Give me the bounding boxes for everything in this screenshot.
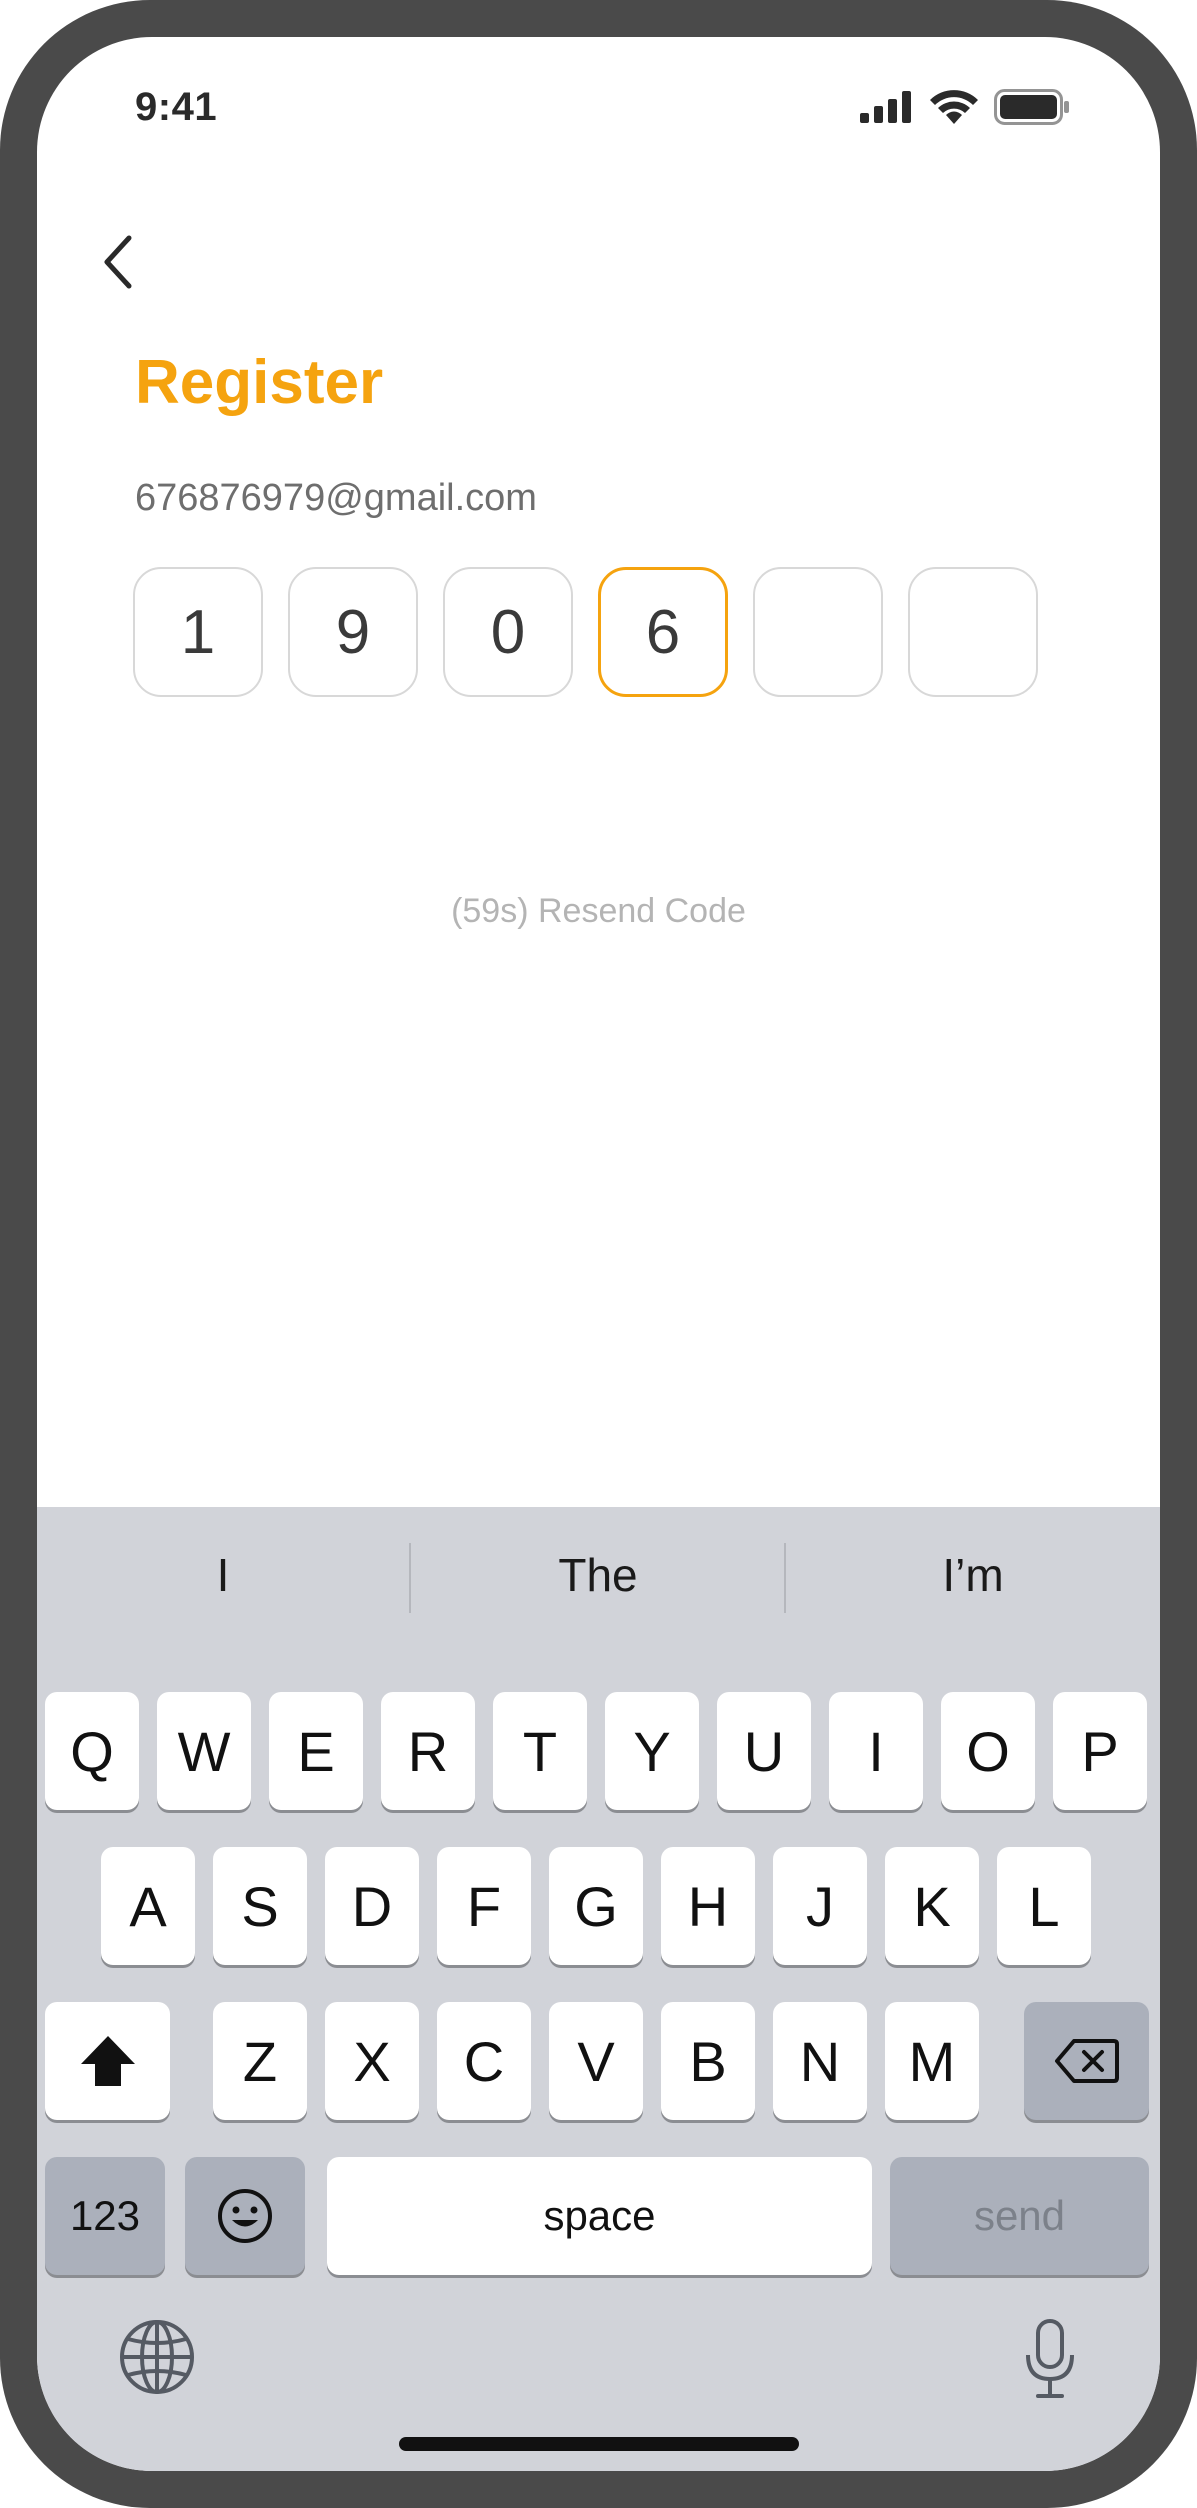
code-digit-5[interactable]	[753, 567, 883, 697]
shift-key[interactable]	[45, 2002, 170, 2120]
backspace-key[interactable]	[1024, 2002, 1149, 2120]
microphone-button[interactable]	[1020, 2317, 1080, 2406]
key-f[interactable]: F	[437, 1847, 531, 1965]
key-g[interactable]: G	[549, 1847, 643, 1965]
battery-icon	[994, 89, 1069, 125]
code-digit-1[interactable]: 1	[133, 567, 263, 697]
suggestion-divider	[409, 1543, 411, 1613]
key-j[interactable]: J	[773, 1847, 867, 1965]
send-key[interactable]: send	[890, 2157, 1149, 2275]
backspace-icon	[1054, 2039, 1119, 2083]
screen: 9:41 Register 676876979@gmail.com 1 9 0 …	[37, 37, 1160, 2471]
resend-code-link[interactable]: (59s) Resend Code	[37, 892, 1160, 931]
key-s[interactable]: S	[213, 1847, 307, 1965]
suggestion-bar: I The I’m	[37, 1507, 1160, 1642]
back-button[interactable]	[82, 227, 152, 297]
key-o[interactable]: O	[941, 1692, 1035, 1810]
key-h[interactable]: H	[661, 1847, 755, 1965]
key-n[interactable]: N	[773, 2002, 867, 2120]
key-p[interactable]: P	[1053, 1692, 1147, 1810]
key-k[interactable]: K	[885, 1847, 979, 1965]
chevron-left-icon	[104, 235, 132, 289]
code-digit-4[interactable]: 6	[598, 567, 728, 697]
code-digit-2[interactable]: 9	[288, 567, 418, 697]
signal-icon	[860, 91, 911, 123]
home-indicator[interactable]	[399, 2437, 799, 2451]
phone-frame: 9:41 Register 676876979@gmail.com 1 9 0 …	[0, 0, 1197, 2508]
key-x[interactable]: X	[325, 2002, 419, 2120]
email-label: 676876979@gmail.com	[135, 477, 537, 519]
key-c[interactable]: C	[437, 2002, 531, 2120]
key-r[interactable]: R	[381, 1692, 475, 1810]
globe-button[interactable]	[117, 2317, 197, 2402]
key-l[interactable]: L	[997, 1847, 1091, 1965]
globe-icon	[120, 2320, 194, 2394]
suggestion-item[interactable]: I’m	[787, 1507, 1159, 1642]
space-key[interactable]: space	[327, 2157, 872, 2275]
wifi-icon	[930, 90, 978, 124]
shift-icon	[80, 2036, 135, 2086]
suggestion-divider	[784, 1543, 786, 1613]
microphone-icon	[1026, 2319, 1074, 2398]
code-digit-6[interactable]	[908, 567, 1038, 697]
key-d[interactable]: D	[325, 1847, 419, 1965]
key-m[interactable]: M	[885, 2002, 979, 2120]
page-title: Register	[135, 348, 384, 417]
emoji-icon	[218, 2189, 272, 2243]
suggestion-item[interactable]: I	[37, 1507, 409, 1642]
status-time: 9:41	[135, 85, 218, 129]
key-e[interactable]: E	[269, 1692, 363, 1810]
key-w[interactable]: W	[157, 1692, 251, 1810]
keyboard: I The I’m Q W E R T Y U I O P A S D F G …	[37, 1507, 1160, 2471]
key-u[interactable]: U	[717, 1692, 811, 1810]
key-b[interactable]: B	[661, 2002, 755, 2120]
key-v[interactable]: V	[549, 2002, 643, 2120]
key-y[interactable]: Y	[605, 1692, 699, 1810]
suggestion-item[interactable]: The	[412, 1507, 784, 1642]
key-z[interactable]: Z	[213, 2002, 307, 2120]
numbers-key[interactable]: 123	[45, 2157, 165, 2275]
verification-code-input[interactable]: 1 9 0 6	[133, 567, 1038, 697]
key-a[interactable]: A	[101, 1847, 195, 1965]
key-i[interactable]: I	[829, 1692, 923, 1810]
key-q[interactable]: Q	[45, 1692, 139, 1810]
status-icons	[860, 87, 1070, 127]
emoji-key[interactable]	[185, 2157, 305, 2275]
key-t[interactable]: T	[493, 1692, 587, 1810]
code-digit-3[interactable]: 0	[443, 567, 573, 697]
